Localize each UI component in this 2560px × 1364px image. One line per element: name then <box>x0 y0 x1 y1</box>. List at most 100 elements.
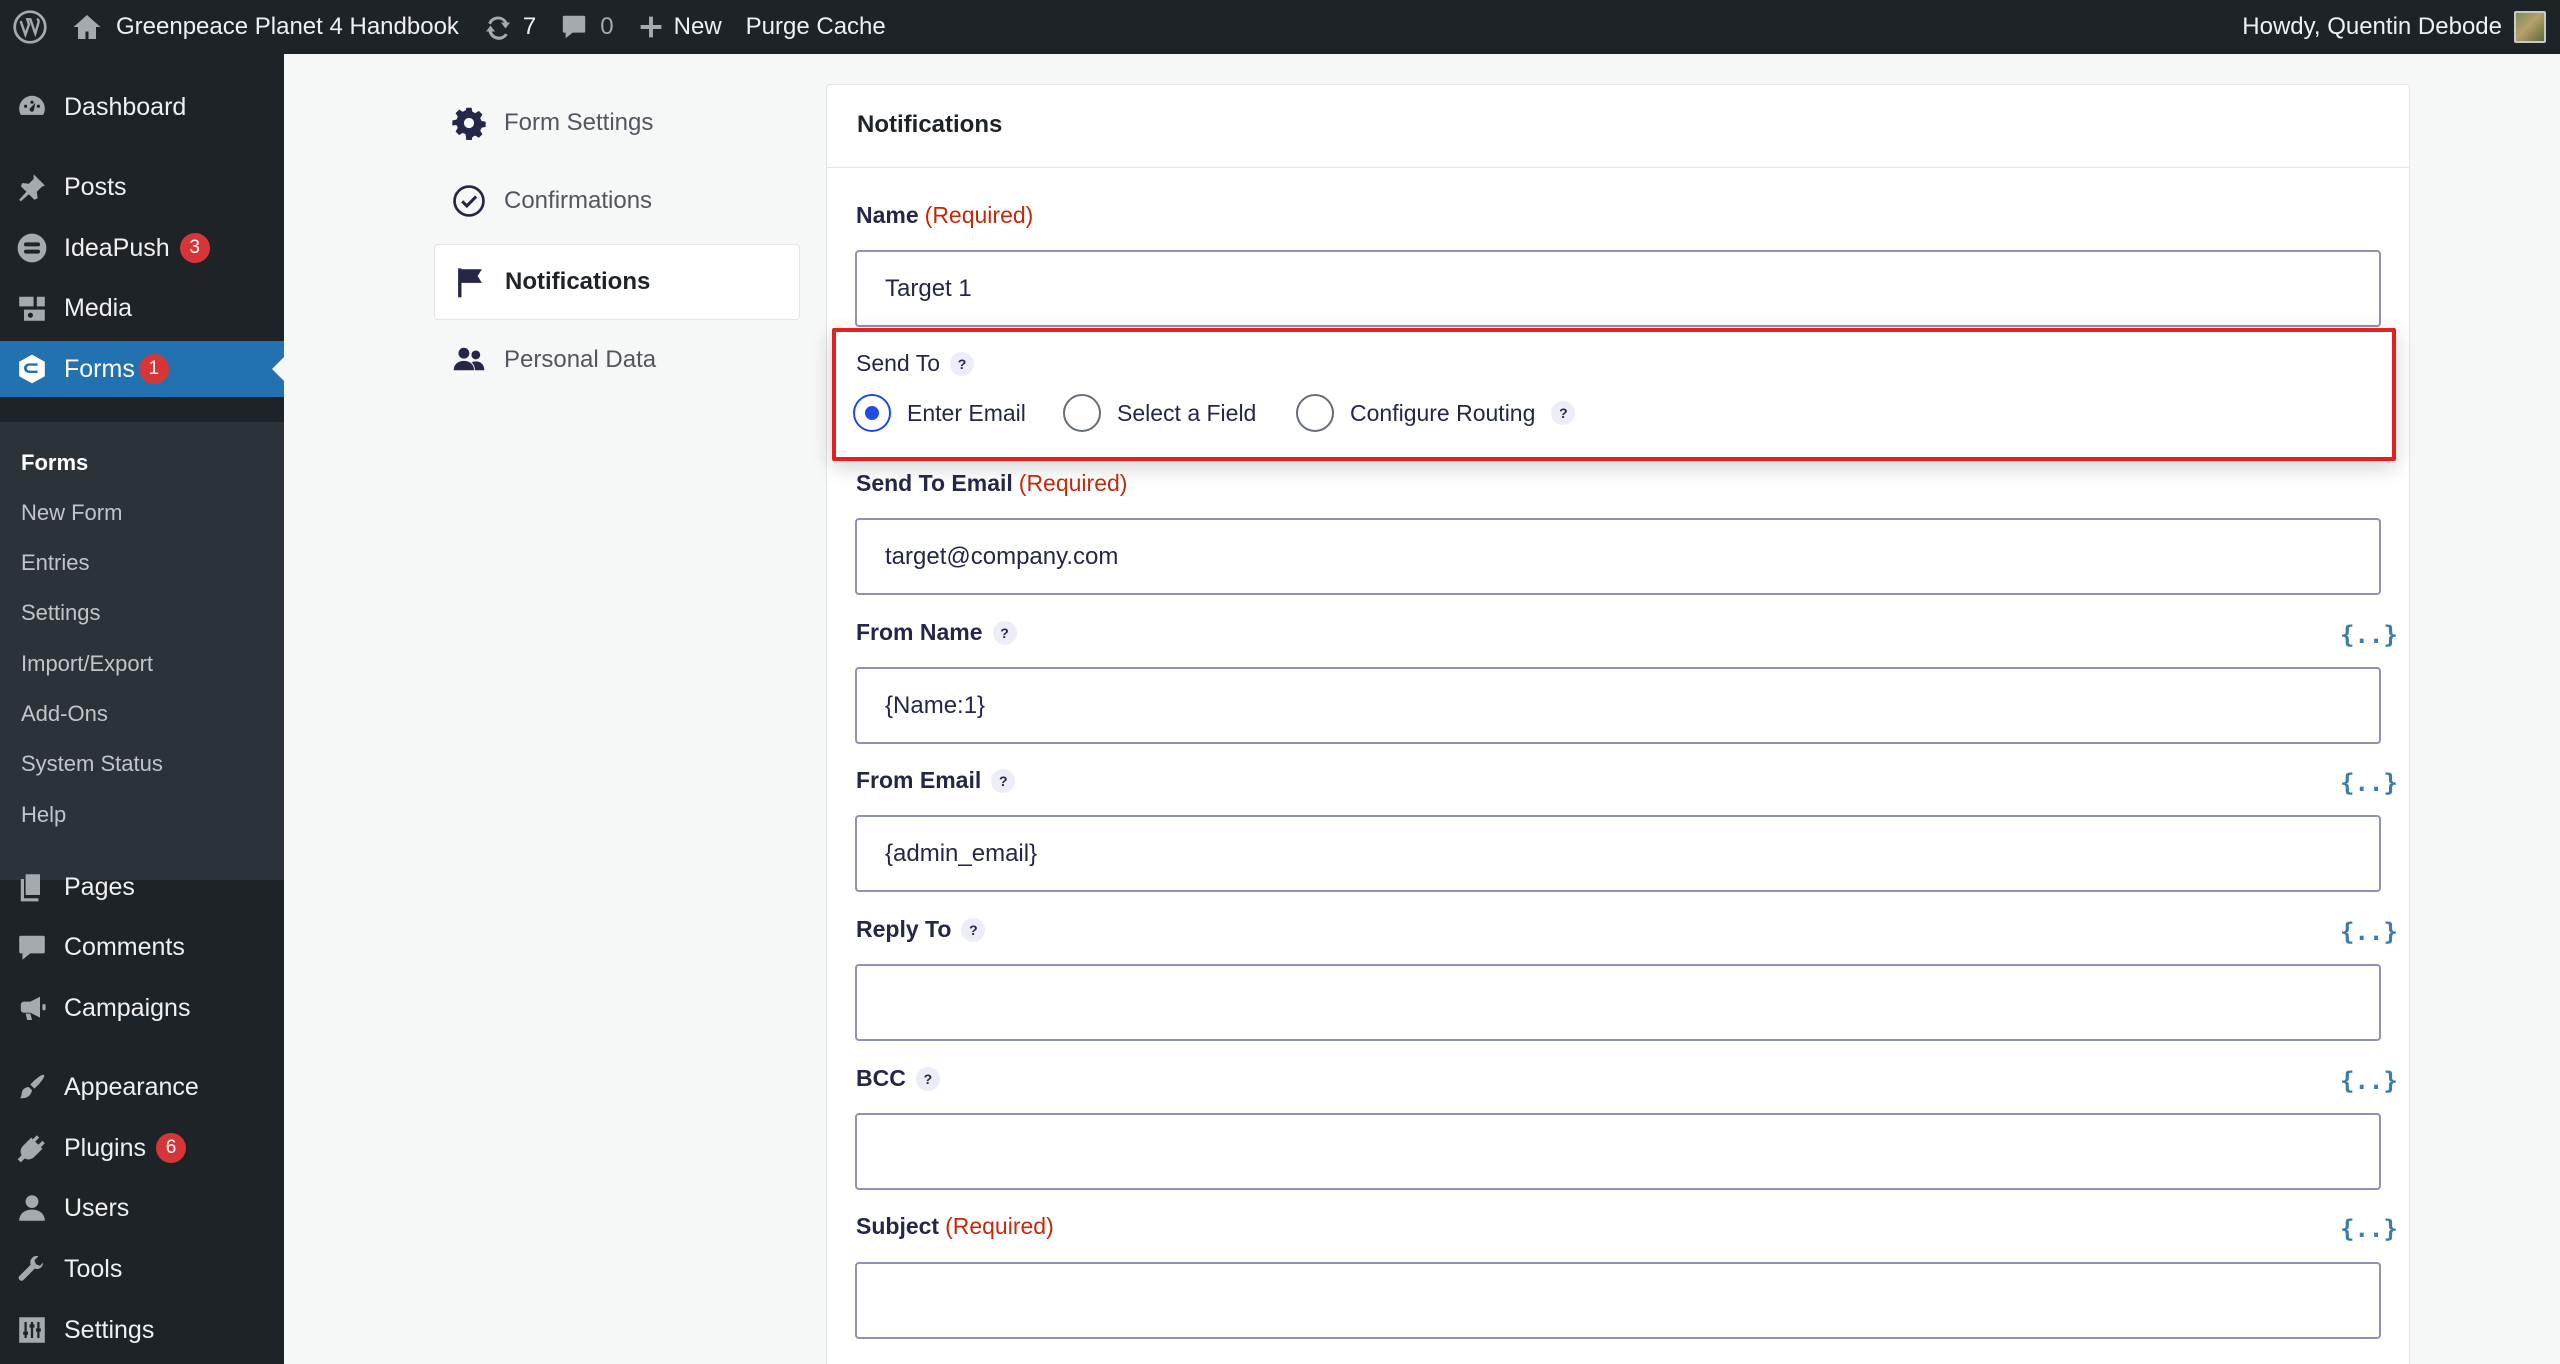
admin-bar: Greenpeace Planet 4 Handbook 7 0 New Pur… <box>0 0 2560 54</box>
menu-label: Settings <box>64 1315 155 1344</box>
comments-link[interactable]: 0 <box>548 0 625 54</box>
avatar <box>2514 11 2546 43</box>
radio-enter-email[interactable]: Enter Email <box>853 394 1026 432</box>
purge-cache-link[interactable]: Purge Cache <box>734 0 898 54</box>
radio-label: Select a Field <box>1117 399 1257 426</box>
pages-icon <box>0 871 64 903</box>
submenu-forms[interactable]: Forms <box>21 450 88 476</box>
from-email-label-text: From Email <box>856 767 982 793</box>
radio-select-field[interactable]: Select a Field <box>1063 394 1256 432</box>
radio-button-checked[interactable] <box>853 394 891 432</box>
reply-to-label: Reply To ? <box>856 916 986 943</box>
submenu-entries[interactable]: Entries <box>21 550 89 576</box>
comment-bubble-icon <box>560 13 588 41</box>
submenu-import-export[interactable]: Import/Export <box>21 651 153 677</box>
menu-label: Posts <box>64 172 127 201</box>
menu-dashboard[interactable]: Dashboard <box>0 79 284 135</box>
pushpin-icon <box>0 171 64 203</box>
bcc-input[interactable] <box>855 1113 2381 1190</box>
menu-label: Plugins <box>64 1133 146 1162</box>
subject-label-text: Subject <box>856 1213 940 1239</box>
submenu-new-form[interactable]: New Form <box>21 500 122 526</box>
nav-personal-data[interactable]: Personal Data <box>434 322 800 398</box>
send-to-label-text: Send To <box>856 350 940 376</box>
radio-button[interactable] <box>1063 394 1101 432</box>
updates-link[interactable]: 7 <box>471 0 548 54</box>
paintbrush-icon <box>0 1071 64 1103</box>
name-input[interactable] <box>855 250 2381 327</box>
flag-icon <box>435 265 505 299</box>
nav-form-settings[interactable]: Form Settings <box>434 85 800 161</box>
radio-label: Enter Email <box>907 399 1026 426</box>
submenu-help[interactable]: Help <box>21 802 66 828</box>
name-label-text: Name <box>856 202 919 228</box>
submenu-system-status[interactable]: System Status <box>21 751 163 777</box>
merge-tags-icon[interactable]: {..} <box>2340 1067 2398 1095</box>
wordpress-logo-icon[interactable] <box>0 0 60 54</box>
menu-campaigns[interactable]: Campaigns <box>0 980 284 1036</box>
menu-label: IdeaPush <box>64 233 170 262</box>
menu-appearance[interactable]: Appearance <box>0 1059 284 1115</box>
plugins-count-badge: 6 <box>156 1133 186 1163</box>
from-email-label: From Email ? <box>856 767 1016 794</box>
menu-media[interactable]: Media <box>0 280 284 336</box>
help-icon[interactable]: ? <box>915 1066 940 1091</box>
menu-label: Campaigns <box>64 993 191 1022</box>
menu-label: Comments <box>64 932 185 961</box>
menu-pages[interactable]: Pages <box>0 859 284 915</box>
merge-tags-icon[interactable]: {..} <box>2340 1215 2398 1243</box>
send-to-email-label: Send To Email (Required) <box>856 470 1127 497</box>
settings-sliders-icon <box>0 1314 64 1346</box>
menu-ideapush[interactable]: IdeaPush 3 <box>0 220 284 276</box>
merge-tags-icon[interactable]: {..} <box>2340 621 2398 649</box>
greeting: Howdy, Quentin Debode <box>2242 13 2502 40</box>
menu-users[interactable]: Users <box>0 1180 284 1236</box>
menu-settings[interactable]: Settings <box>0 1302 284 1358</box>
nav-label: Notifications <box>505 268 651 295</box>
merge-tags-icon[interactable]: {..} <box>2340 769 2398 797</box>
from-name-label-text: From Name <box>856 619 983 645</box>
admin-sidebar: Dashboard Posts IdeaPush 3 Media Forms 1… <box>0 54 284 1364</box>
menu-label: Pages <box>64 872 135 901</box>
from-email-input[interactable] <box>855 815 2381 892</box>
nav-notifications[interactable]: Notifications <box>434 244 800 320</box>
menu-forms[interactable]: Forms 1 <box>0 341 284 397</box>
my-account-link[interactable]: Howdy, Quentin Debode <box>2230 0 2560 54</box>
menu-tools[interactable]: Tools <box>0 1241 284 1297</box>
radio-configure-routing[interactable]: Configure Routing ? <box>1296 394 1576 432</box>
submenu-settings[interactable]: Settings <box>21 600 101 626</box>
menu-label: Media <box>64 293 133 322</box>
required-marker: (Required) <box>924 202 1034 228</box>
merge-tags-icon[interactable]: {..} <box>2340 918 2398 946</box>
menu-posts[interactable]: Posts <box>0 159 284 215</box>
reply-to-label-text: Reply To <box>856 916 952 942</box>
nav-label: Confirmations <box>504 187 653 214</box>
plug-icon <box>0 1132 64 1164</box>
menu-label: Dashboard <box>64 92 187 121</box>
forms-count-badge: 1 <box>138 354 169 384</box>
panel-title: Notifications <box>857 111 1003 138</box>
menu-comments[interactable]: Comments <box>0 919 284 975</box>
from-name-input[interactable] <box>855 667 2381 744</box>
send-to-email-input[interactable] <box>855 518 2381 595</box>
megaphone-icon <box>0 992 64 1024</box>
site-name-link[interactable]: Greenpeace Planet 4 Handbook <box>60 0 471 54</box>
radio-button[interactable] <box>1296 394 1334 432</box>
menu-plugins[interactable]: Plugins 6 <box>0 1120 284 1176</box>
help-icon[interactable]: ? <box>992 620 1017 645</box>
home-icon <box>72 13 102 41</box>
reply-to-input[interactable] <box>855 964 2381 1041</box>
nav-confirmations[interactable]: Confirmations <box>434 163 800 239</box>
subject-input[interactable] <box>855 1262 2381 1339</box>
check-circle-icon <box>434 184 504 218</box>
comments-icon <box>0 931 64 963</box>
menu-label: Tools <box>64 1254 123 1283</box>
gear-icon <box>434 106 504 140</box>
help-icon[interactable]: ? <box>1551 401 1576 425</box>
help-icon[interactable]: ? <box>949 351 974 376</box>
new-content-link[interactable]: New <box>626 0 734 54</box>
submenu-add-ons[interactable]: Add-Ons <box>21 701 108 727</box>
help-icon[interactable]: ? <box>961 917 986 942</box>
help-icon[interactable]: ? <box>991 768 1016 793</box>
user-icon <box>0 1192 64 1224</box>
